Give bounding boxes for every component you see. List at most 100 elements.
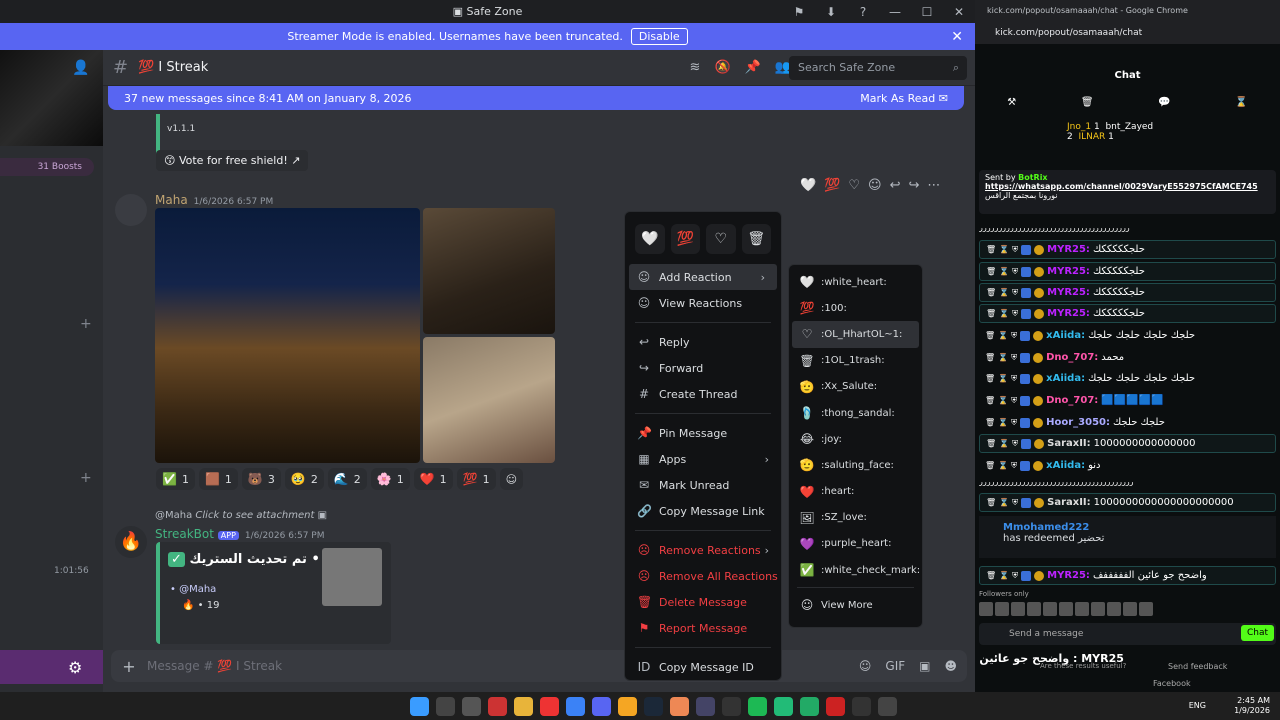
reaction-option[interactable]: ✅:white_check_mark: [789, 557, 922, 583]
reply-icon[interactable]: ↩ [890, 178, 901, 193]
minimize-button[interactable]: — [879, 5, 911, 19]
menu-item-view-reactions[interactable]: ☺ View Reactions [625, 290, 781, 316]
chat-message[interactable]: 🗑 ⌛ ⛨ MYR25: حلجكككككك [979, 283, 1276, 302]
bot-avatar[interactable]: 🔥 [115, 526, 147, 558]
reaction-option[interactable]: 🫡:saluting_face: [789, 452, 922, 478]
chat-message[interactable]: 🗑 ⌛ ⛨ SaraxII: 1000000000000000000000 [979, 493, 1276, 512]
message-author[interactable]: Maha 1/6/2026 6:57 PM [155, 193, 273, 207]
new-messages-bar[interactable]: 37 new messages since 8:41 AM on January… [108, 86, 964, 110]
hammer-icon[interactable]: ⚒ [1007, 97, 1016, 108]
reaction-option[interactable]: 🖼:SZ_love: [789, 505, 922, 531]
reaction-option[interactable]: ❤️:heart: [789, 479, 922, 505]
chrome-icon[interactable] [566, 696, 585, 716]
trash-emoji-icon[interactable]: 🗑 [741, 224, 771, 254]
composer-input[interactable]: Message # 💯 I Streak [147, 659, 282, 673]
menu-item-apps[interactable]: ▦ Apps › [625, 446, 781, 472]
trash-icon[interactable]: 🗑 [986, 571, 996, 580]
menu-item-pin-message[interactable]: 📌 Pin Message [625, 420, 781, 446]
pinned-link[interactable]: https://whatsapp.com/channel/0029VaryE55… [985, 182, 1270, 191]
chat-message[interactable]: 🗑 ⌛ ⛨ SaraxII: 1000000000000000 [979, 434, 1276, 453]
inbox-flag-icon[interactable]: ⚑ [783, 5, 815, 19]
app-icon[interactable] [696, 696, 715, 716]
help-icon[interactable]: ? [847, 5, 879, 19]
hourglass-icon[interactable]: ⌛ [998, 331, 1008, 340]
app-icon[interactable] [462, 696, 481, 716]
reaction-chip[interactable]: 🌊 2 [327, 468, 367, 490]
menu-item-create-thread[interactable]: # Create Thread [625, 381, 781, 407]
download-icon[interactable]: ⬇ [815, 5, 847, 19]
chat-message[interactable]: 🗑 ⌛ ⛨ xAiida: دنو [979, 456, 1276, 475]
hourglass-icon[interactable]: ⌛ [998, 374, 1008, 383]
trash-icon[interactable]: 🗑 [986, 267, 996, 276]
mute-bell-icon[interactable]: 🔕 [714, 60, 730, 75]
chat-message[interactable]: 🗑 ⌛ ⛨ Dno_707: 🟦🟦🟦🟦🟦 [979, 391, 1276, 410]
chat-message[interactable]: 🗑 ⌛ ⛨ MYR25: حلجكككككك [979, 304, 1276, 323]
chat-message[interactable]: 🗑 ⌛ ⛨ MYR25: واضحح جو عائين الفففففف [979, 566, 1276, 585]
embed-mention[interactable]: • @Maha [170, 584, 216, 595]
reaction-chip[interactable]: 💯 1 [456, 468, 496, 490]
trash-icon[interactable]: 🗑 [986, 498, 996, 507]
chat-send-button[interactable]: Chat [1240, 625, 1274, 641]
reaction-chip[interactable]: 🥹 2 [284, 468, 324, 490]
heart-outline-icon[interactable]: ♡ [848, 178, 860, 193]
hourglass-icon[interactable]: ⌛ [998, 353, 1008, 362]
vote-button[interactable]: 😙 Vote for free shield! ↗ [156, 150, 309, 171]
language-indicator[interactable]: ENG [1189, 701, 1206, 710]
forward-icon[interactable]: ↪ [909, 178, 920, 193]
settings-gear-icon[interactable]: ⚙ [68, 658, 82, 677]
reaction-chip[interactable]: 🟫 1 [198, 468, 238, 490]
white-heart-icon[interactable]: 🤍 [800, 178, 816, 193]
hourglass-icon[interactable]: ⌛ [998, 418, 1008, 427]
hourglass-icon[interactable]: ⌛ [999, 439, 1009, 448]
menu-item-report-message[interactable]: ⚑ Report Message [625, 615, 781, 641]
embed-thumbnail[interactable] [322, 548, 382, 606]
app-icon[interactable] [670, 696, 689, 716]
avatar[interactable] [115, 194, 147, 226]
app-icon[interactable] [800, 696, 819, 716]
chat-message[interactable]: 🗑 ⌛ ⛨ Hoor_3050: حلجك حلجك [979, 413, 1276, 432]
facebook-link[interactable]: Facebook [1153, 679, 1191, 688]
address-bar[interactable]: kick.com/popout/osamaaah/chat [979, 26, 1276, 41]
gift-icon[interactable]: ☺ [859, 659, 872, 673]
add-member-icon[interactable]: 👤 [72, 60, 89, 76]
chat-message[interactable]: 🗑 ⌛ ⛨ MYR25: حلجكككككك [979, 240, 1276, 259]
app-icon[interactable] [852, 696, 871, 716]
chat-message[interactable]: 🗑 ⌛ ⛨ MYR25: حلجكككككك [979, 262, 1276, 281]
app-icon[interactable] [540, 696, 559, 716]
trash-icon[interactable]: 🗑 [985, 353, 995, 362]
add-reaction-icon[interactable]: ☺ [868, 178, 882, 193]
reaction-option[interactable]: 😂:joy: [789, 426, 922, 452]
chat-message[interactable]: 🗑 ⌛ ⛨ xAiida: حلجك حلجك حلجك حلجك [979, 369, 1276, 388]
view-more-button[interactable]: ☺ View More [789, 592, 922, 618]
chat-message[interactable]: 🗑 ⌛ ⛨ Dno_707: محمد [979, 348, 1276, 367]
menu-item-remove-reactions[interactable]: ☹ Remove Reactions › [625, 537, 781, 563]
mark-as-read-button[interactable]: Mark As Read ✉ [860, 92, 948, 105]
app-icon[interactable] [826, 696, 845, 716]
hourglass-icon[interactable]: ⌛ [998, 396, 1008, 405]
search-icon[interactable] [436, 696, 455, 716]
bot-author[interactable]: StreakBot APP 1/6/2026 6:57 PM [155, 527, 324, 541]
heart-outline-icon[interactable]: ♡ [706, 224, 736, 254]
search-input[interactable]: Search Safe Zone ⌕ [789, 56, 967, 80]
more-icon[interactable]: ⋯ [927, 178, 940, 193]
clock[interactable]: 2:45 AM 1/9/2026 [1234, 696, 1270, 716]
attachment-image[interactable] [155, 208, 420, 463]
menu-item-add-reaction[interactable]: ☺ Add Reaction › [629, 264, 777, 290]
trash-icon[interactable]: 🗑 [985, 418, 995, 427]
hourglass-icon[interactable]: ⌛ [998, 461, 1008, 470]
app-icon[interactable] [488, 696, 507, 716]
bubble-icon[interactable]: 💬 [1158, 97, 1170, 108]
trash-icon[interactable]: 🗑 [1081, 97, 1094, 108]
close-button[interactable]: ✕ [943, 5, 975, 19]
white-heart-icon[interactable]: 🤍 [635, 224, 665, 254]
discord-icon[interactable] [592, 696, 611, 716]
start-icon[interactable] [410, 696, 429, 716]
close-banner-icon[interactable]: ✕ [951, 29, 963, 45]
boosts-badge[interactable]: 31 Boosts [0, 158, 94, 176]
trash-icon[interactable]: 🗑 [986, 439, 996, 448]
threads-icon[interactable]: ≋ [690, 60, 701, 75]
folder-icon[interactable] [514, 696, 533, 716]
hourglass-icon[interactable]: ⌛ [999, 288, 1009, 297]
menu-item-copy-message-link[interactable]: 🔗 Copy Message Link [625, 498, 781, 524]
trash-icon[interactable]: 🗑 [986, 245, 996, 254]
